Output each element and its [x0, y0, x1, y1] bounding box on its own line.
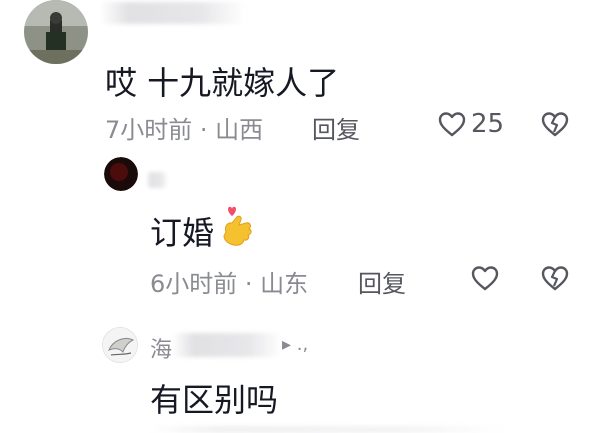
comment-2-avatar[interactable] [104, 157, 138, 191]
comment-2-dislike-button[interactable] [540, 263, 570, 293]
comment-3-username-blur [172, 333, 282, 357]
comment-2-text: 订婚 [150, 208, 214, 254]
comment-3-username-text[interactable]: 海 [150, 338, 172, 363]
comment-2-like-button[interactable] [470, 263, 500, 293]
broken-heart-icon [541, 266, 569, 291]
comment-2-location: 山东 [260, 270, 309, 298]
comment-1-dislike-button[interactable] [540, 109, 570, 139]
comment-1-like-button[interactable] [437, 109, 467, 139]
comment-1-text: 哎 十九就嫁人了 [105, 64, 340, 102]
comment-1-location: 山西 [215, 116, 264, 144]
comment-1-like-count: 25 [471, 109, 505, 139]
broken-heart-icon [541, 112, 569, 137]
comment-1-time: 7小时前 [105, 116, 193, 144]
comment-1-username-blur [100, 2, 245, 24]
meta-separator: · [192, 116, 216, 144]
comment-3-username-suffix: ▸ ., [282, 334, 309, 355]
comment-2-reply-button[interactable]: 回复 [358, 264, 406, 299]
comment-3-meta-cutoff [148, 426, 508, 433]
heart-outline-icon [438, 112, 466, 137]
comment-3-text: 有区别吗 [150, 381, 279, 419]
comment-2-text-value: 订婚 [150, 214, 215, 252]
comment-2-meta: 6小时前 · 山东 [150, 264, 308, 299]
comment-3-username[interactable]: 海 [150, 332, 172, 364]
comment-2-time: 6小时前 [150, 270, 238, 298]
comment-1-reply-button[interactable]: 回复 [312, 110, 360, 145]
comment-1-meta: 7小时前 · 山西 [105, 110, 263, 145]
meta-separator: · [237, 270, 261, 298]
comment-1-avatar[interactable] [24, 0, 88, 64]
comment-2-username-blur [146, 172, 168, 188]
heart-outline-icon [471, 266, 499, 291]
hand-heart-emoji [216, 204, 260, 252]
comment-3-avatar[interactable] [102, 327, 138, 363]
